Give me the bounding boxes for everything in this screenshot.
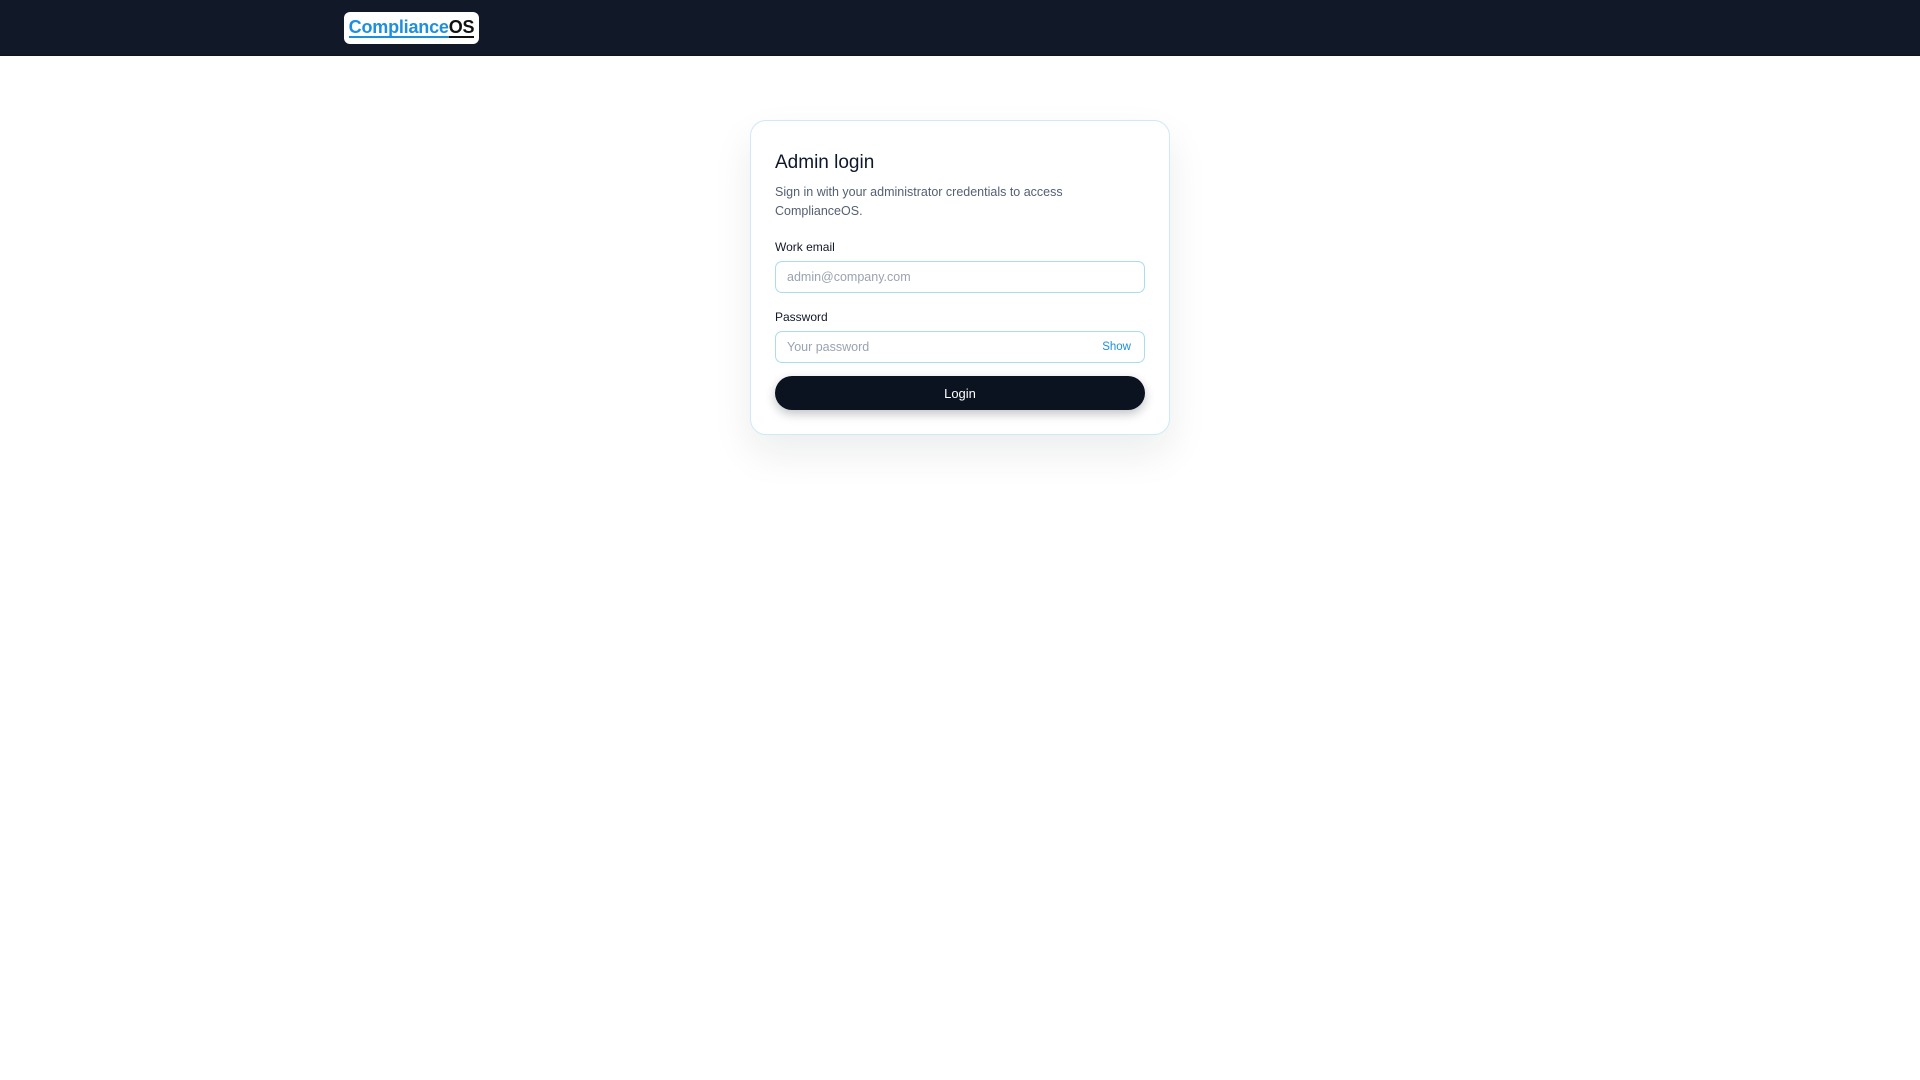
top-navigation-bar: Compliance OS: [0, 0, 1920, 56]
login-description: Sign in with your administrator credenti…: [775, 185, 1063, 218]
password-field-wrapper: Show: [775, 331, 1145, 363]
login-card: Admin login Sign in with your administra…: [750, 120, 1170, 435]
email-field-wrapper: [775, 261, 1145, 293]
logo-text-compliance: Compliance: [348, 17, 449, 38]
page-title: Admin login: [775, 152, 875, 173]
login-button[interactable]: Login: [775, 376, 1145, 410]
password-label: Password: [775, 310, 828, 324]
email-input[interactable]: [775, 261, 1145, 293]
logo-text-os: OS: [448, 17, 475, 38]
email-label: Work email: [775, 240, 835, 254]
password-input[interactable]: [775, 331, 1145, 363]
show-password-toggle[interactable]: Show: [1102, 339, 1131, 355]
brand-logo[interactable]: Compliance OS: [344, 12, 479, 44]
